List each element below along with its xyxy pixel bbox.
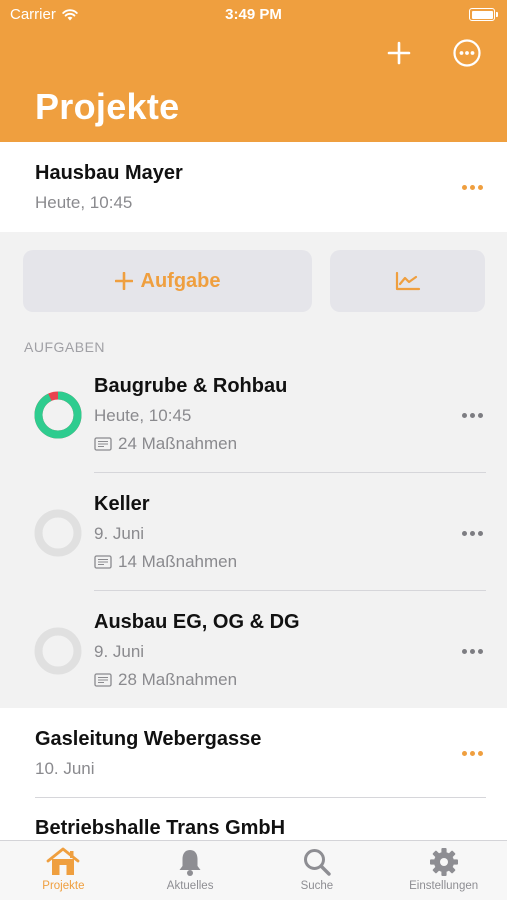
project-row-betriebshalle[interactable]: Betriebshalle Trans GmbH xyxy=(0,798,507,840)
task-progress-ring xyxy=(34,391,82,439)
task-name: Baugrube & Rohbau xyxy=(94,375,288,397)
add-task-label: Aufgabe xyxy=(140,269,221,292)
tab-einstellungen[interactable]: Einstellungen xyxy=(380,841,507,900)
tab-bar: Projekte Aktuelles Suche Einstellungen xyxy=(0,840,507,900)
status-bar: Carrier 3:49 PM xyxy=(0,0,507,30)
gear-icon xyxy=(429,848,458,876)
task-name: Ausbau EG, OG & DG xyxy=(94,611,300,633)
task-measures-count: 24 Maßnahmen xyxy=(94,434,237,454)
status-time: 3:49 PM xyxy=(225,6,282,23)
chart-icon xyxy=(395,271,420,291)
list-icon xyxy=(94,673,112,687)
tab-label: Einstellungen xyxy=(409,880,479,892)
project-more-button[interactable] xyxy=(460,179,485,196)
chart-button[interactable] xyxy=(330,250,485,312)
nav-header: Carrier 3:49 PM Projekte xyxy=(0,0,507,142)
task-row[interactable]: Keller 9. Juni 14 Maßnahmen xyxy=(0,473,507,591)
task-name: Keller xyxy=(94,493,150,515)
house-icon xyxy=(46,847,80,875)
task-more-button[interactable] xyxy=(460,643,485,660)
task-more-button[interactable] xyxy=(460,525,485,542)
tasks-section-header: AUFGABEN xyxy=(24,339,106,355)
list-icon xyxy=(94,555,112,569)
list-icon xyxy=(94,437,112,451)
task-date: Heute, 10:45 xyxy=(94,406,192,425)
bell-icon xyxy=(179,850,201,876)
projects-list: Gasleitung Webergasse 10. Juni Betriebsh… xyxy=(0,708,507,840)
task-count-label: 28 Maßnahmen xyxy=(118,670,238,689)
tab-label: Suche xyxy=(300,880,334,892)
task-progress-ring xyxy=(34,627,82,675)
task-measures-count: 14 Maßnahmen xyxy=(94,552,237,572)
task-date: 9. Juni xyxy=(94,524,145,543)
project-more-button[interactable] xyxy=(460,745,485,762)
task-progress-ring xyxy=(34,509,82,557)
task-row[interactable]: Baugrube & Rohbau Heute, 10:45 24 Maßnah… xyxy=(0,355,507,473)
project-timestamp: Heute, 10:45 xyxy=(35,193,133,212)
search-icon xyxy=(303,849,331,876)
project-row-gasleitung[interactable]: Gasleitung Webergasse 10. Juni xyxy=(0,708,507,798)
tab-label: Projekte xyxy=(42,880,85,892)
task-row[interactable]: Ausbau EG, OG & DG 9. Juni 28 Maßnahmen xyxy=(0,591,507,709)
page-title: Projekte xyxy=(35,86,180,127)
add-task-button[interactable]: Aufgabe xyxy=(23,250,312,312)
project-date: 10. Juni xyxy=(35,759,95,778)
add-project-button[interactable] xyxy=(382,36,416,70)
task-date: 9. Juni xyxy=(94,642,145,661)
battery-icon xyxy=(469,8,498,21)
plus-icon xyxy=(387,41,411,65)
more-options-button[interactable] xyxy=(450,36,484,70)
plus-icon xyxy=(114,272,133,290)
project-row-hausbau-mayer[interactable]: Hausbau Mayer Heute, 10:45 xyxy=(0,142,507,232)
project-name: Gasleitung Webergasse xyxy=(35,728,262,750)
tab-label: Aktuelles xyxy=(166,880,214,892)
project-name: Hausbau Mayer xyxy=(35,162,183,184)
ellipsis-circle-icon xyxy=(453,39,481,67)
tab-projekte[interactable]: Projekte xyxy=(0,841,127,900)
tab-suche[interactable]: Suche xyxy=(254,841,381,900)
task-measures-count: 28 Maßnahmen xyxy=(94,670,237,690)
tab-aktuelles[interactable]: Aktuelles xyxy=(127,841,254,900)
project-name: Betriebshalle Trans GmbH xyxy=(35,817,286,839)
task-count-label: 14 Maßnahmen xyxy=(118,552,238,571)
task-more-button[interactable] xyxy=(460,407,485,424)
task-count-label: 24 Maßnahmen xyxy=(118,434,238,453)
